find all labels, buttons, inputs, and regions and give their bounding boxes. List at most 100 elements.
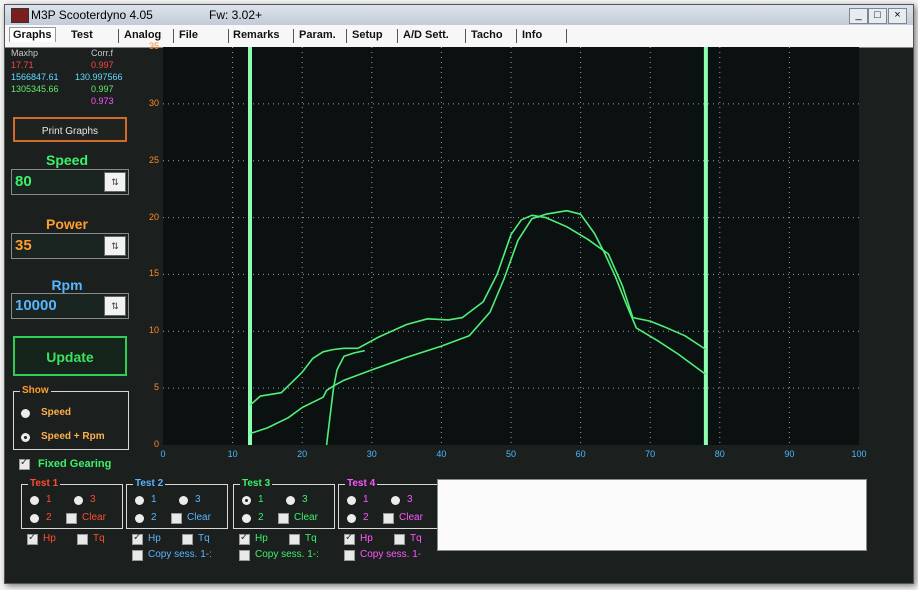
tab-tacho[interactable]: Tacho — [471, 29, 503, 41]
test-radio-1[interactable] — [242, 496, 251, 505]
power-spinner[interactable]: ⇅ — [104, 236, 126, 256]
close-button[interactable]: × — [888, 8, 907, 24]
fixed-gearing-checkbox[interactable] — [19, 457, 30, 470]
hp-checkbox[interactable] — [239, 532, 250, 545]
copy-session-checkbox[interactable] — [132, 550, 143, 561]
test-clear-label: Clear — [82, 512, 106, 523]
tq-checkbox[interactable] — [394, 534, 405, 545]
show-speed-rpm-label: Speed + Rpm — [41, 431, 105, 442]
test-title: Test 4 — [345, 478, 378, 489]
speed-spinner[interactable]: ⇅ — [104, 172, 126, 192]
tab-separator — [346, 29, 347, 43]
legend-maxhp-2: 1566847.61 — [11, 72, 59, 82]
tab-analog[interactable]: Analog — [124, 29, 161, 41]
test-radio-1-label: 1 — [46, 494, 52, 505]
hp-checkbox[interactable] — [27, 532, 38, 545]
test-clear-checkbox[interactable] — [383, 513, 394, 524]
tab-file[interactable]: File — [179, 29, 198, 41]
x-tick-label: 40 — [436, 449, 447, 459]
test-radio-3-label: 3 — [90, 494, 96, 505]
tab-test[interactable]: Test — [71, 29, 93, 41]
legend-corr-4: 0.973 — [91, 96, 114, 106]
firmware-version: Fw: 3.02+ — [209, 8, 263, 22]
hp-label: Hp — [255, 533, 268, 544]
x-tick-label: 0 — [160, 449, 166, 459]
x-tick-label: 20 — [297, 449, 308, 459]
show-speed-label: Speed — [41, 407, 72, 418]
test-clear-checkbox[interactable] — [278, 513, 289, 524]
copy-session-checkbox[interactable] — [239, 550, 250, 561]
test-radio-3[interactable] — [74, 496, 83, 505]
y-tick-label: 25 — [148, 154, 159, 165]
test-radio-3-label: 3 — [407, 494, 413, 505]
update-button[interactable]: Update — [13, 336, 127, 376]
speed-field[interactable]: 80 ⇅ — [11, 169, 129, 195]
hp-checkbox[interactable] — [344, 532, 355, 545]
test-radio-2[interactable] — [30, 514, 39, 523]
tq-checkbox[interactable] — [289, 534, 300, 545]
remarks-box[interactable] — [437, 479, 867, 551]
test-radio-2-label: 2 — [46, 512, 52, 523]
legend-maxhp-1: 17.71 — [11, 60, 34, 70]
tab-separator — [516, 29, 517, 43]
show-group: Show Speed Speed + Rpm — [13, 385, 129, 450]
tab-param[interactable]: Param. — [299, 29, 336, 41]
y-tick-label: 0 — [153, 439, 159, 449]
tab-separator — [293, 29, 294, 43]
test-title: Test 1 — [28, 478, 61, 489]
test-radio-3-label: 3 — [195, 494, 201, 505]
maximize-button[interactable]: □ — [868, 8, 887, 24]
test-radio-3[interactable] — [286, 496, 295, 505]
rpm-field[interactable]: 10000 ⇅ — [11, 293, 129, 319]
test-radio-1[interactable] — [347, 496, 356, 505]
y-tick-label: 30 — [148, 97, 159, 108]
test-clear-checkbox[interactable] — [66, 513, 77, 524]
x-tick-label: 100 — [851, 449, 867, 459]
tab-setup[interactable]: Setup — [352, 29, 383, 41]
test-radio-1[interactable] — [30, 496, 39, 505]
hp-checkbox[interactable] — [132, 532, 143, 545]
x-tick-label: 90 — [784, 449, 795, 459]
test-radio-1-label: 1 — [363, 494, 369, 505]
tq-checkbox[interactable] — [182, 534, 193, 545]
y-tick-label: 35 — [148, 41, 159, 51]
test-radio-2[interactable] — [347, 514, 356, 523]
test-group-3: Test 3 1 3 2 Clear — [233, 478, 335, 529]
power-field[interactable]: 35 ⇅ — [11, 233, 129, 259]
test-radio-3[interactable] — [391, 496, 400, 505]
speed-label: Speed — [45, 152, 88, 168]
tq-checkbox[interactable] — [77, 534, 88, 545]
tq-label: Tq — [410, 533, 422, 544]
app-icon — [11, 8, 29, 23]
show-speed-rpm-radio[interactable] — [21, 433, 30, 442]
minimize-button[interactable]: _ — [849, 8, 868, 24]
test-title: Test 2 — [133, 478, 166, 489]
test-clear-checkbox[interactable] — [171, 513, 182, 524]
hp-label: Hp — [148, 533, 161, 544]
tab-remarks[interactable]: Remarks — [233, 29, 279, 41]
fixed-gearing-label: Fixed Gearing — [38, 458, 112, 470]
test-radio-1[interactable] — [135, 496, 144, 505]
title-bar: M3P Scooterdyno 4.05 Fw: 3.02+ _ □ × — [5, 5, 913, 25]
tab-ad-settings[interactable]: A/D Sett. — [403, 29, 449, 41]
copy-session-label: Copy sess. 1- — [360, 549, 422, 560]
show-speed-radio[interactable] — [21, 409, 30, 418]
y-tick-label: 15 — [148, 268, 159, 279]
tab-separator — [566, 29, 567, 43]
test-radio-2[interactable] — [135, 514, 144, 523]
test-radio-3[interactable] — [179, 496, 188, 505]
test-group-2: Test 2 1 3 2 Clear — [126, 478, 228, 529]
y-tick-label: 5 — [153, 382, 159, 393]
rpm-spinner[interactable]: ⇅ — [104, 296, 126, 316]
series-line-1 — [249, 214, 707, 406]
tq-label: Tq — [198, 533, 210, 544]
tab-info[interactable]: Info — [522, 29, 542, 41]
test-radio-2[interactable] — [242, 514, 251, 523]
tab-graphs[interactable]: Graphs — [9, 27, 56, 42]
print-graphs-button[interactable]: Print Graphs — [13, 117, 127, 142]
copy-session-checkbox[interactable] — [344, 550, 355, 561]
test-radio-2-label: 2 — [258, 512, 264, 523]
test-radio-2-label: 2 — [363, 512, 369, 523]
speed-value: 80 — [15, 173, 32, 190]
legend-maxhp-3: 1305345.66 — [11, 84, 59, 94]
